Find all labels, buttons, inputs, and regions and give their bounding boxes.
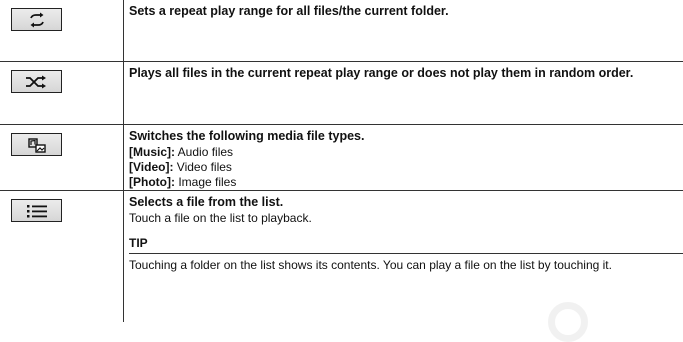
media-type-label: [Video]: xyxy=(129,160,173,174)
list-button[interactable] xyxy=(11,199,62,222)
description-cell: Plays all files in the current repeat pl… xyxy=(124,62,683,125)
description-cell: Sets a repeat play range for all files/t… xyxy=(124,0,683,62)
media-type-text: Audio files xyxy=(175,145,233,159)
icon-cell xyxy=(0,191,124,323)
manual-page: { "rows": [ { "icon": "repeat-icon", "ti… xyxy=(0,0,683,323)
row-title: Sets a repeat play range for all files/t… xyxy=(129,2,675,20)
media-switch-icon xyxy=(27,137,47,153)
function-table: Sets a repeat play range for all files/t… xyxy=(0,0,683,322)
row-body: Touch a file on the list to playback. xyxy=(129,211,675,226)
icon-cell xyxy=(0,125,124,191)
media-type-text: Image files xyxy=(175,175,236,189)
media-type-label: [Photo]: xyxy=(129,175,175,189)
repeat-button[interactable] xyxy=(11,8,62,31)
list-item: [Photo]: Image files xyxy=(129,175,675,190)
repeat-icon xyxy=(26,12,48,28)
description-cell: Selects a file from the list. Touch a fi… xyxy=(124,191,683,323)
random-icon xyxy=(25,75,49,89)
table-row-random: Plays all files in the current repeat pl… xyxy=(0,62,683,125)
table-row-repeat: Sets a repeat play range for all files/t… xyxy=(0,0,683,62)
divider xyxy=(129,253,683,254)
table-row-media: Switches the following media file types.… xyxy=(0,125,683,191)
icon-cell xyxy=(0,0,124,62)
media-switch-button[interactable] xyxy=(11,133,62,156)
row-title: Selects a file from the list. xyxy=(129,193,675,211)
list-item: [Video]: Video files xyxy=(129,160,675,175)
icon-cell xyxy=(0,62,124,125)
table-row-list: Selects a file from the list. Touch a fi… xyxy=(0,191,683,323)
tip-text: Touching a folder on the list shows its … xyxy=(129,257,675,273)
list-item: [Music]: Audio files xyxy=(129,145,675,160)
row-title: Switches the following media file types. xyxy=(129,127,675,145)
list-icon xyxy=(26,203,48,219)
random-button[interactable] xyxy=(11,70,62,93)
watermark-logo xyxy=(548,302,588,342)
media-type-label: [Music]: xyxy=(129,145,175,159)
row-title: Plays all files in the current repeat pl… xyxy=(129,64,675,82)
description-cell: Switches the following media file types.… xyxy=(124,125,683,191)
media-type-text: Video files xyxy=(173,160,231,174)
tip-label: TIP xyxy=(129,236,675,251)
